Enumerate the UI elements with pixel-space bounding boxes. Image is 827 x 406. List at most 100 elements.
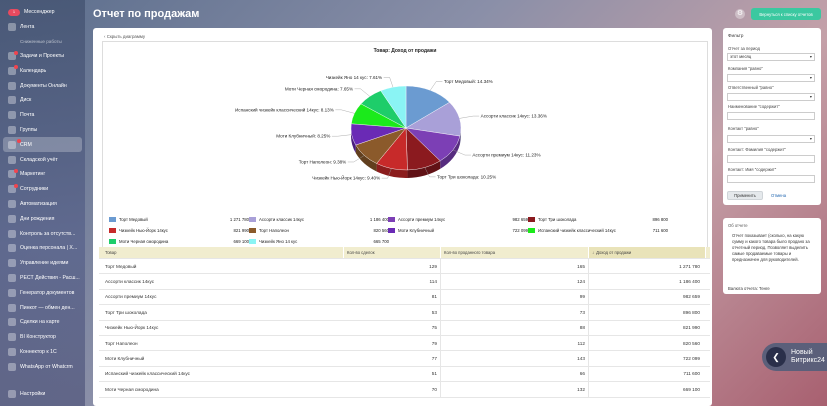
new-bitrix24-button[interactable]: ❮ Новый Битрикс24 [762, 343, 827, 371]
sidebar-item[interactable]: Диск [0, 93, 85, 108]
legend-item: Ассорти премиум 14кус 982 659 [388, 217, 528, 222]
column-header-revenue[interactable]: ↓ Доход от продажи [589, 247, 706, 258]
sidebar-item[interactable]: Управление идеями [0, 256, 85, 271]
sort-desc-icon: ↓ [592, 250, 595, 255]
sidebar-item-label: Автоматизация [20, 200, 57, 207]
sidebar-item-icon [8, 288, 16, 297]
sidebar-item[interactable]: Контроль за отсутств... [0, 226, 85, 241]
legend-value: 669 100 [233, 239, 249, 244]
legend-swatch [109, 217, 116, 222]
sidebar-item[interactable]: Коннектор к 1С [0, 345, 85, 360]
table-cell: 81 [344, 289, 441, 305]
sidebar-item-label: Сотрудники [20, 186, 49, 193]
sidebar-item[interactable]: Складской учёт [0, 152, 85, 167]
back-to-reports-label: Вернуться к списку отчетов [759, 11, 813, 17]
sidebar-item[interactable]: Оценка персонала | Х... [0, 241, 85, 256]
sidebar-item[interactable]: Задачи и Проекты [0, 49, 85, 64]
period-label: Отчет за период [728, 46, 760, 51]
legend-label: Чизкейк Яно 14 кус [259, 239, 298, 244]
table-cell: 53 [344, 305, 441, 320]
sidebar-item[interactable]: BI Конструктор [0, 330, 85, 345]
gear-icon[interactable]: ⚙ [735, 9, 745, 19]
legend-swatch [249, 239, 256, 244]
chevron-down-icon: ▾ [809, 94, 812, 100]
chevron-down-icon: ▾ [809, 54, 812, 60]
hide-chart-link[interactable]: ‹ Скрыть диаграмму [104, 34, 145, 39]
period-select[interactable]: этот месяц ▾ [727, 53, 815, 61]
sidebar-item[interactable]: Автоматизация [0, 197, 85, 212]
company-select[interactable]: ▾ [727, 74, 815, 82]
sidebar-item[interactable]: Сотрудники [0, 182, 85, 197]
table-cell: 1 186 400 [679, 279, 700, 285]
sidebar-item-icon [8, 390, 16, 399]
legend-swatch [528, 228, 535, 233]
column-header-deals[interactable]: Кол-во сделок [344, 247, 441, 258]
legend-value: 1 271 780 [229, 217, 249, 222]
sidebar-item-label: Группы [20, 126, 38, 133]
back-to-reports-button[interactable]: Вернуться к списку отчетов [751, 8, 821, 20]
sidebar-item[interactable]: Почта [0, 108, 85, 123]
table-cell: 99 [441, 289, 589, 305]
table-row: Ассорти классик 14кус 114 124 1 186 400 [99, 274, 710, 290]
apply-button[interactable]: Применить [727, 191, 763, 200]
sidebar-item-label: Генератор документов [20, 289, 75, 296]
sidebar-item-messenger[interactable]: 1 Мессенджер [0, 5, 85, 20]
cancel-link[interactable]: Отмена [771, 193, 786, 198]
contact-surname-input[interactable] [727, 155, 815, 163]
new-bitrix24-label: Новый Битрикс24 [791, 349, 825, 364]
legend-label: Испанский чизкейк классический 14кус [538, 228, 616, 233]
sidebar-item-feed[interactable]: Лента [0, 20, 85, 35]
responsible-label: Ответственный "равно" [728, 85, 774, 90]
sidebar-item[interactable]: Документы Онлайн [0, 78, 85, 93]
table-cell: Ассорти классик 14кус [105, 279, 155, 285]
legend-label: Торт Три шоколада [538, 217, 577, 222]
legend-swatch [388, 217, 395, 222]
contact-select[interactable]: ▾ [727, 135, 815, 143]
sidebar-item-label: Документы Онлайн [20, 82, 67, 89]
sidebar-item[interactable]: WhatsApp от Whatcrm [0, 359, 85, 374]
apply-button-label: Применить [734, 193, 756, 198]
sidebar-item[interactable]: Настройки [0, 387, 45, 402]
sidebar-item[interactable]: Группы [0, 123, 85, 138]
pie-leader-line [331, 134, 352, 137]
sidebar-item[interactable]: Маркетинг [0, 167, 85, 182]
report-panel: ‹ Скрыть диаграмму Товар: Доход от прода… [93, 28, 712, 406]
legend-label: Ассорти премиум 14кус [398, 217, 446, 222]
table-cell: 79 [344, 335, 441, 351]
sidebar-item[interactable]: CRM [3, 137, 82, 153]
sidebar-item-icon [8, 111, 16, 120]
table-cell: 165 [441, 259, 589, 274]
sidebar-item-label: Пинкот — обмен ден... [20, 304, 75, 311]
sidebar-item-icon [8, 244, 16, 253]
sidebar-item-icon [8, 259, 16, 268]
sidebar-item[interactable]: Сделки на карте [0, 315, 85, 330]
table-row: Ассорти премиум 14кус 81 99 982 659 [99, 289, 710, 306]
table-row: Торт Медовый 129 165 1 271 780 [99, 259, 710, 275]
star-icon[interactable]: ✎ [180, 11, 186, 19]
table-row: Моти Клубничный 77 143 722 099 [99, 351, 710, 367]
pie-leader-line [383, 77, 394, 88]
responsible-select[interactable]: ▾ [727, 93, 815, 101]
legend-swatch [249, 228, 256, 233]
column-header-product[interactable]: Товар [99, 247, 344, 258]
table-cell: Моти Черная смородина [105, 386, 159, 392]
contact-name-input[interactable] [727, 175, 815, 183]
table-row: Торт Три шоколада 53 73 896 800 [99, 305, 710, 321]
table-cell: 77 [344, 351, 441, 366]
sidebar-item-label: Сделки на карте [20, 319, 60, 326]
sidebar-item-label: Диск [20, 97, 32, 104]
legend-item: Торт Наполеон 820 560 [249, 228, 389, 233]
legend-item: Торт Медовый 1 271 780 [109, 217, 249, 222]
legend-value: 722 099 [512, 228, 528, 233]
about-text: Отчет показывает (сколько, на какую сумм… [732, 233, 810, 262]
legend-value: 665 700 [373, 239, 389, 244]
name-filter-input[interactable] [727, 112, 815, 120]
sidebar-item[interactable]: РЕСТ Действия - Расш... [0, 271, 85, 286]
pie-slice-label: Торт Три шоколада: 10.25% [437, 174, 496, 179]
sidebar-item[interactable]: Пинкот — обмен ден... [0, 300, 85, 315]
sidebar-item[interactable]: Календарь [0, 63, 85, 78]
sidebar-item[interactable]: Дни рождения [0, 211, 85, 226]
arrow-left-icon: ❮ [766, 347, 786, 367]
sidebar-item[interactable]: Генератор документов [0, 285, 85, 300]
column-header-quantity[interactable]: Кол-во проданного товара [441, 247, 589, 258]
